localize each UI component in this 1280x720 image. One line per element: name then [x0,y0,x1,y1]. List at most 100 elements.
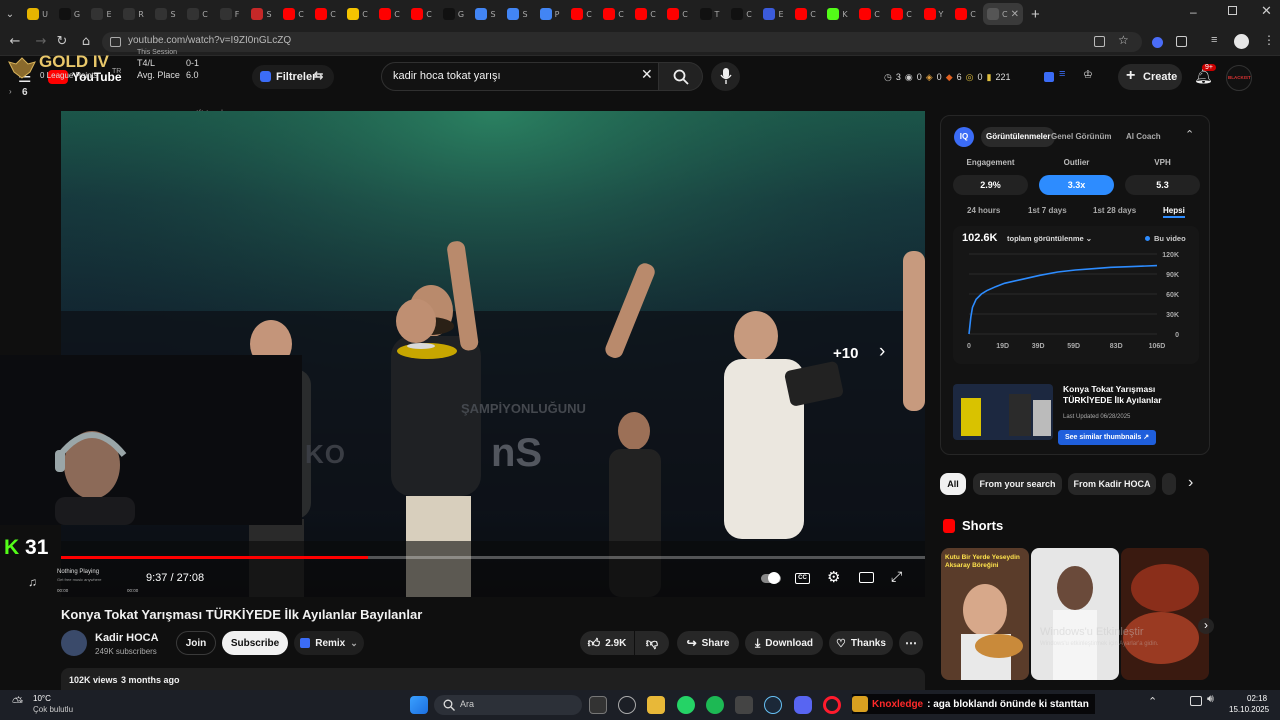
range-tab[interactable]: 24 hours [967,206,1000,215]
spotify-icon[interactable] [706,696,724,714]
collapse-chevron-icon[interactable]: ⌃ [1185,128,1194,141]
metric-value[interactable]: 5.3 [1125,175,1200,195]
share-button[interactable]: ↪ Share [677,631,739,655]
clock-time[interactable]: 02:18 [1247,694,1267,703]
miniplayer-icon[interactable] [859,572,874,583]
metric-value[interactable]: 2.9% [953,175,1028,195]
browser-tab[interactable]: C [407,3,436,25]
home-icon[interactable]: ⌂ [78,34,94,50]
steam-icon[interactable] [764,696,782,714]
short-thumbnail-1[interactable]: Kutu Bir Yerde Yeseydin Aksaray Böreğini [941,548,1029,680]
video-progress-bar[interactable] [61,556,925,559]
reading-list-icon[interactable]: ≡ [1211,34,1217,46]
site-info-icon[interactable] [110,37,121,47]
range-tab[interactable]: 1st 28 days [1093,206,1136,215]
subscribe-button[interactable]: Subscribe [222,631,288,655]
thanks-button[interactable]: ♡ Thanks [829,631,893,655]
tab-close-icon[interactable]: ✕ [1011,9,1019,20]
browser-tab[interactable]: C [183,3,212,25]
captions-icon[interactable]: CC [795,573,810,584]
browser-tab[interactable]: C ✕ [983,3,1023,25]
browser-tab[interactable]: C [727,3,756,25]
channel-name[interactable]: Kadir HOCA [95,632,159,644]
tab-ai-coach[interactable]: AI Coach [1126,127,1161,147]
tab-search-chevron-icon[interactable]: ⌄ [0,9,20,20]
metric-value[interactable]: 3.3x [1039,175,1114,195]
search-box[interactable]: kadir hoca tokat yarışı ✕ [381,62,659,91]
account-avatar[interactable]: BLACKIST [1226,65,1252,91]
extensions-puzzle-icon[interactable] [1176,36,1187,47]
browser-tab[interactable]: S [247,3,276,25]
widgets-icon[interactable] [618,696,636,714]
voice-search-button[interactable] [711,62,740,91]
browser-tab[interactable]: F [215,3,244,25]
browser-tab[interactable]: C [311,3,340,25]
fullscreen-icon[interactable]: ⤢ [891,569,902,585]
tab-genel-gorunum[interactable]: Genel Görünüm [1051,127,1111,147]
trophy-icon[interactable]: ♔ [1083,68,1093,81]
chip-from-your-search[interactable]: From your search [973,473,1062,495]
vidiq-toolbar-icon[interactable] [1044,72,1054,82]
browser-tab[interactable]: C [951,3,980,25]
tab-goruntulenmeler[interactable]: Görüntülenmeler [981,127,1056,147]
next-chevron-icon[interactable]: › [879,341,885,363]
browser-menu-icon[interactable]: ⋮ [1263,33,1275,47]
browser-tab[interactable]: C [599,3,628,25]
settings-gear-icon[interactable]: ⚙ [827,568,840,586]
opera-icon[interactable] [823,696,841,714]
browser-tab[interactable]: U [23,3,52,25]
browser-tab[interactable]: S [151,3,180,25]
browser-tab[interactable]: C [631,3,660,25]
range-tab[interactable]: 1st 7 days [1028,206,1067,215]
browser-tab[interactable]: C [887,3,916,25]
browser-tab[interactable]: Y [919,3,948,25]
reload-icon[interactable]: ↻ [54,34,70,50]
clock-date[interactable]: 15.10.2025 [1229,705,1269,714]
dislike-button[interactable]: 👎︎ [635,631,669,655]
browser-tab[interactable]: C [791,3,820,25]
browser-tab[interactable]: C [375,3,404,25]
back-icon[interactable]: ← [7,34,23,50]
shorts-next-icon[interactable]: › [1198,618,1214,634]
range-tab[interactable]: Hepsi [1163,206,1185,218]
metric-dropdown[interactable]: toplam görüntülenme ⌄ [1007,234,1092,243]
browser-tab[interactable]: C [663,3,692,25]
chip-partial[interactable] [1162,473,1176,495]
browser-tab[interactable]: S [503,3,532,25]
list-icon[interactable]: ≡ [1059,68,1065,80]
related-card[interactable]: Konya Tokat Yarışması TÜRKİYEDE İlk Ayıl… [953,384,1199,445]
terminal-icon[interactable] [589,696,607,714]
start-windows-icon[interactable] [410,696,428,714]
file-explorer-icon[interactable] [647,696,665,714]
browser-tab[interactable]: T [695,3,724,25]
download-button[interactable]: ⤓ Download [745,631,823,655]
join-button[interactable]: Join [176,631,216,655]
remix-button[interactable]: Remix ⌄ [294,631,364,655]
short-thumbnail-3[interactable] [1121,548,1209,680]
short-thumbnail-2[interactable] [1031,548,1119,680]
browser-tab[interactable]: C [567,3,596,25]
search-input[interactable]: kadir hoca tokat yarışı [393,70,501,82]
browser-tab[interactable]: E [87,3,116,25]
taskbar-search[interactable]: Ara [434,695,582,715]
browser-tab[interactable]: P [535,3,564,25]
search-button[interactable] [659,62,703,91]
tray-chevron-icon[interactable]: ⌃ [1148,695,1157,708]
weather-icon[interactable]: ⛅︎ [12,694,23,711]
new-tab-icon[interactable]: + [1031,6,1040,23]
forward-icon[interactable]: → [33,34,49,50]
volume-icon[interactable]: 🔊︎ [1207,693,1214,706]
filters-button[interactable]: Filtreler ⇆ [252,65,334,89]
more-actions-button[interactable]: ⋯ [899,631,923,655]
extension-icon[interactable] [1152,37,1163,48]
browser-tab[interactable]: C [279,3,308,25]
browser-tab[interactable]: G [55,3,84,25]
browser-tab[interactable]: E [759,3,788,25]
discord-icon[interactable] [794,696,812,714]
omnibox[interactable]: youtube.com/watch?v=I9ZI0nGLcZQ ☆ [102,32,1142,52]
restore-icon[interactable] [1228,6,1237,15]
channel-avatar[interactable] [61,630,87,656]
clear-search-icon[interactable]: ✕ [641,67,653,83]
chips-next-icon[interactable]: › [1188,474,1193,492]
url-text[interactable]: youtube.com/watch?v=I9ZI0nGLcZQ [128,35,291,46]
